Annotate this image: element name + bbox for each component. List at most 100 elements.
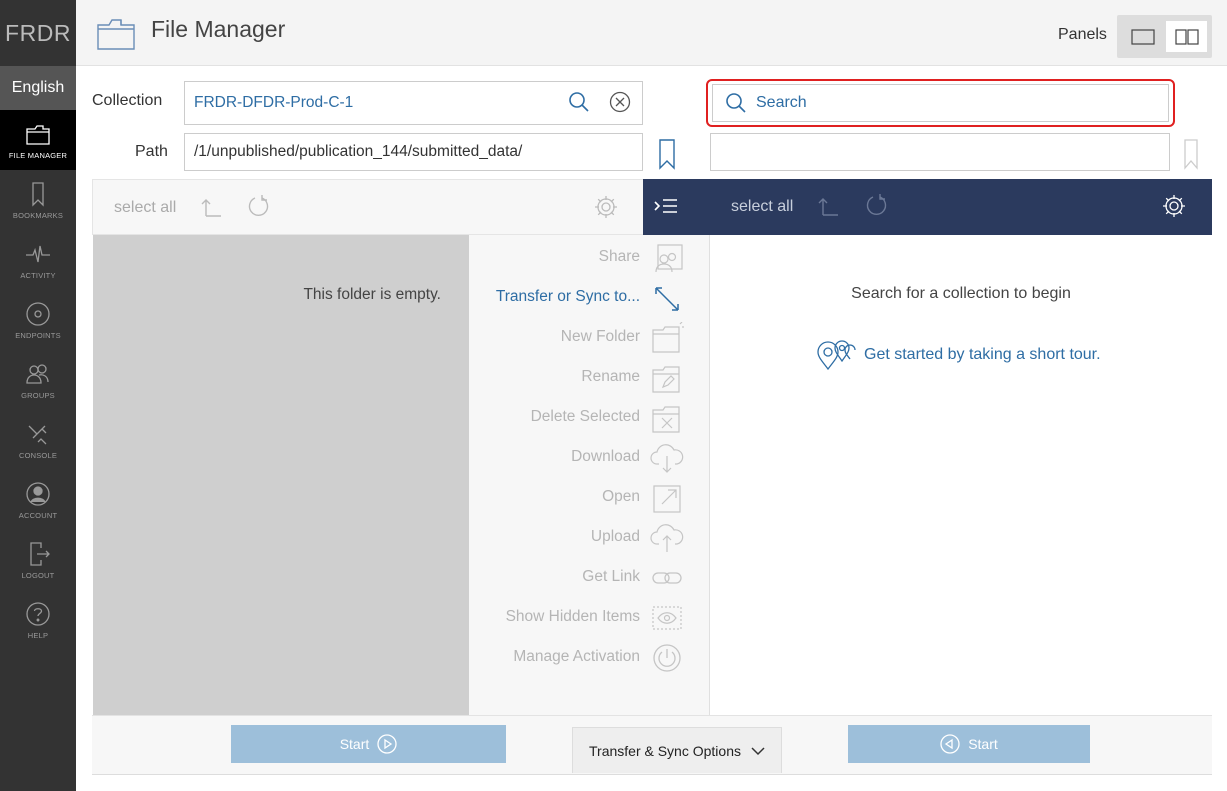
bookmark-icon[interactable]: [658, 138, 676, 170]
action-manage-activation[interactable]: Manage Activation: [469, 638, 710, 678]
options-label: Transfer & Sync Options: [589, 742, 741, 759]
search-icon[interactable]: [568, 91, 590, 113]
action-upload[interactable]: Upload: [469, 518, 710, 558]
sidebar: FRDR English FILE MANAGER BOOKMARKS ACTI…: [0, 0, 76, 791]
search-placeholder: Search: [756, 94, 807, 111]
language-selector[interactable]: English: [0, 66, 76, 110]
collection-search-field[interactable]: Search: [706, 79, 1175, 127]
rename-icon: [652, 366, 680, 393]
right-path-field[interactable]: [710, 133, 1170, 171]
panels-label: Panels: [1058, 26, 1107, 43]
start-transfer-left-button[interactable]: Start: [231, 725, 506, 763]
left-toolbar: select all: [92, 179, 644, 235]
sidebar-item-label: ENDPOINTS: [15, 331, 61, 340]
folder-icon: [26, 125, 50, 145]
sidebar-item-file-manager[interactable]: FILE MANAGER: [0, 110, 76, 170]
toggle-actions-menu-icon[interactable]: [653, 197, 679, 217]
path-label: Path: [135, 143, 168, 160]
sidebar-item-label: ACCOUNT: [18, 511, 58, 520]
clear-icon[interactable]: [609, 91, 631, 113]
brand-logo: FRDR: [5, 19, 71, 46]
action-label: Upload: [590, 528, 640, 545]
action-transfer[interactable]: Transfer or Sync to...: [469, 278, 710, 318]
upload-icon: [650, 524, 684, 552]
sidebar-item-console[interactable]: CONSOLE: [0, 410, 76, 470]
up-folder-icon[interactable]: [201, 196, 223, 218]
share-icon: [655, 244, 683, 273]
chevron-down-icon: [751, 746, 765, 755]
sidebar-item-label: ACTIVITY: [20, 271, 56, 280]
refresh-icon[interactable]: [247, 194, 271, 220]
collection-value: FRDR-DFDR-Prod-C-1: [194, 94, 354, 111]
action-new-folder[interactable]: New Folder: [469, 318, 710, 358]
sidebar-item-label: CONSOLE: [18, 451, 58, 460]
transfer-icon: [655, 287, 679, 311]
tour-link[interactable]: Get started by taking a short tour.: [816, 339, 1101, 371]
sidebar-item-account[interactable]: ACCOUNT: [0, 470, 76, 530]
groups-icon: [26, 364, 49, 384]
bookmark-icon: [1184, 139, 1198, 170]
actions-menu: Share Transfer or Sync to... New Folder …: [469, 235, 710, 715]
sidebar-item-help[interactable]: HELP: [0, 590, 76, 650]
single-panel-button[interactable]: [1122, 21, 1163, 52]
path-field[interactable]: /1/unpublished/publication_144/submitted…: [184, 133, 643, 171]
download-icon: [650, 444, 684, 473]
sidebar-item-label: FILE MANAGER: [8, 151, 68, 160]
action-rename[interactable]: Rename: [469, 358, 710, 398]
action-label: Transfer or Sync to...: [495, 288, 640, 305]
start-button-label: Start: [339, 736, 370, 752]
select-all-left[interactable]: select all: [114, 199, 176, 217]
action-show-hidden-items[interactable]: Show Hidden Items: [469, 598, 710, 638]
empty-collection-prompt: Search for a collection to begin: [851, 285, 1071, 302]
tour-link-text: Get started by taking a short tour.: [864, 346, 1101, 363]
refresh-icon[interactable]: [865, 193, 889, 219]
new-folder-icon: [652, 322, 684, 353]
settings-gear-icon[interactable]: [1162, 194, 1186, 218]
help-icon: [26, 602, 50, 626]
page-header: File Manager Panels: [76, 0, 1227, 66]
endpoints-icon: [26, 302, 50, 326]
sidebar-item-activity[interactable]: ACTIVITY: [0, 230, 76, 290]
sidebar-item-groups[interactable]: GROUPS: [0, 350, 76, 410]
action-open[interactable]: Open: [469, 478, 710, 518]
action-share[interactable]: Share: [469, 238, 710, 278]
action-label: Manage Activation: [513, 648, 640, 665]
start-button-label: Start: [968, 736, 998, 752]
map-pins-icon: [817, 340, 856, 371]
sidebar-item-label: HELP: [27, 631, 49, 640]
select-all-right[interactable]: select all: [731, 198, 793, 216]
sidebar-item-bookmarks[interactable]: BOOKMARKS: [0, 170, 76, 230]
action-label: Show Hidden Items: [505, 608, 640, 625]
bookmark-icon: [32, 182, 44, 207]
sidebar-item-endpoints[interactable]: ENDPOINTS: [0, 290, 76, 350]
action-label: Get Link: [582, 568, 640, 585]
link-icon: [652, 572, 682, 584]
right-file-list: Search for a collection to begin Get sta…: [710, 235, 1212, 715]
action-label: Share: [598, 248, 640, 265]
activity-icon: [26, 245, 50, 263]
action-delete-selected[interactable]: Delete Selected: [469, 398, 710, 438]
action-download[interactable]: Download: [469, 438, 710, 478]
search-icon: [726, 93, 746, 113]
action-get-link[interactable]: Get Link: [469, 558, 710, 598]
left-file-list[interactable]: This folder is empty.: [93, 235, 469, 715]
double-panel-icon: [1174, 28, 1199, 45]
transfer-bottom-bar: Start Transfer & Sync Options Start: [92, 715, 1212, 775]
path-value: /1/unpublished/publication_144/submitted…: [194, 143, 523, 160]
delete-icon: [652, 406, 680, 433]
account-icon: [26, 482, 50, 506]
settings-gear-icon[interactable]: [594, 195, 618, 219]
sidebar-item-logout[interactable]: LOGOUT: [0, 530, 76, 590]
right-toolbar: select all: [643, 179, 1212, 235]
single-panel-icon: [1130, 28, 1155, 45]
sidebar-item-label: LOGOUT: [21, 571, 55, 580]
transfer-sync-options-toggle[interactable]: Transfer & Sync Options: [572, 727, 782, 773]
console-icon: [28, 425, 47, 445]
double-panel-button[interactable]: [1166, 21, 1207, 52]
panel-layout-toggle: [1117, 15, 1212, 58]
start-transfer-right-button[interactable]: Start: [848, 725, 1090, 763]
file-manager-folder-icon: [97, 19, 135, 50]
search-input-box[interactable]: Search: [712, 84, 1169, 122]
eye-icon: [652, 606, 682, 630]
up-folder-icon[interactable]: [818, 195, 840, 217]
